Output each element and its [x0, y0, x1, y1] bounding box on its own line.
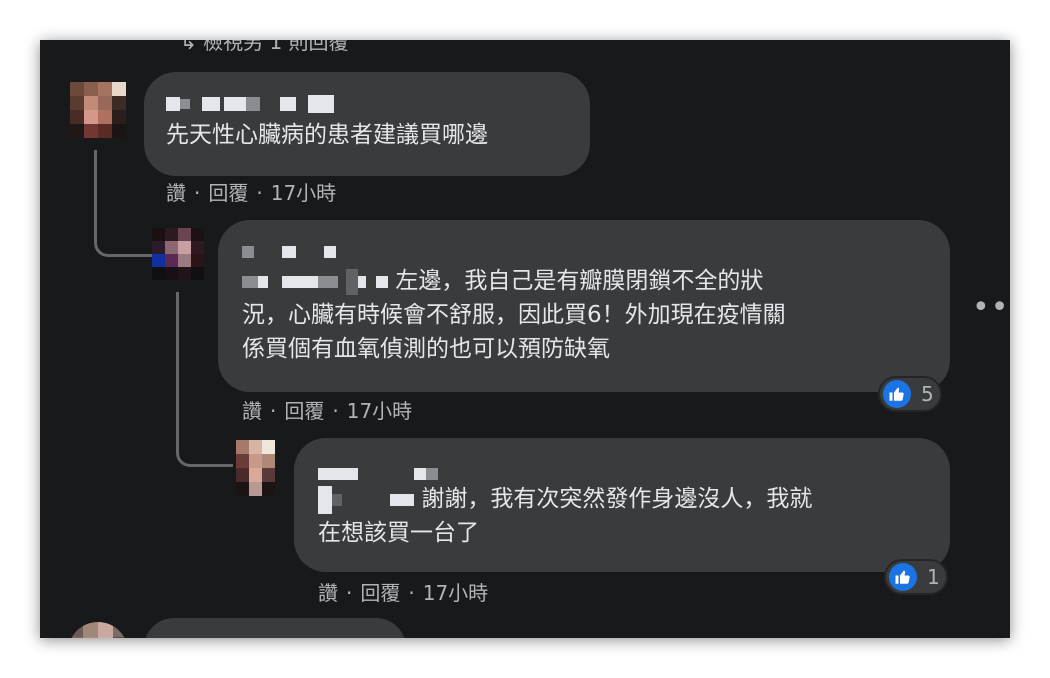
- timestamp[interactable]: 17小時: [271, 181, 336, 205]
- thumbs-up-icon: [883, 380, 911, 408]
- comment-actions: 讚 · 回覆 · 17小時: [318, 581, 489, 605]
- timestamp[interactable]: 17小時: [423, 581, 488, 605]
- comment-text: 左邊，我自己是有瓣膜閉鎖不全的狀 況，心臟有時候會不舒服，因此買6！外加現在疫情…: [242, 268, 786, 362]
- commenter-name[interactable]: [318, 456, 926, 482]
- comment-text: 先天性心臟病的患者建議買哪邊: [166, 122, 488, 148]
- comment-bubble: 左邊，我自己是有瓣膜閉鎖不全的狀 況，心臟有時候會不舒服，因此買6！外加現在疫情…: [218, 220, 950, 392]
- view-more-replies-link[interactable]: ↳ 檢視另 1 則回覆: [180, 40, 349, 55]
- comment-bubble: 謝謝，我有次突然發作身邊沒人，我就 在想該買一台了: [294, 438, 950, 572]
- like-link[interactable]: 讚: [242, 399, 262, 423]
- avatar[interactable]: [152, 228, 204, 280]
- thread-line: [94, 150, 153, 257]
- avatar[interactable]: [68, 622, 128, 638]
- mentioned-user[interactable]: [242, 268, 388, 295]
- commenter-name[interactable]: [166, 86, 568, 118]
- more-options-icon[interactable]: •••: [972, 293, 1010, 323]
- like-link[interactable]: 讚: [318, 581, 338, 605]
- thumbs-up-icon: [889, 563, 917, 591]
- reaction-count: 1: [927, 565, 940, 589]
- reply-link[interactable]: 回覆: [208, 181, 248, 205]
- comment-actions: 讚 · 回覆 · 17小時: [242, 399, 413, 423]
- comment-bubble: [144, 618, 406, 638]
- timestamp[interactable]: 17小時: [347, 399, 412, 423]
- reaction-count-badge[interactable]: 1: [884, 559, 948, 595]
- comment-actions: 讚 · 回覆 · 17小時: [166, 181, 337, 205]
- reply-link[interactable]: 回覆: [360, 581, 400, 605]
- comment-text: 謝謝，我有次突然發作身邊沒人，我就 在想該買一台了: [318, 485, 813, 546]
- commenter-name[interactable]: [242, 234, 926, 264]
- mentioned-user[interactable]: [318, 485, 414, 514]
- avatar[interactable]: [70, 82, 126, 138]
- reply-link[interactable]: 回覆: [284, 399, 324, 423]
- comment-bubble: 先天性心臟病的患者建議買哪邊: [144, 72, 590, 176]
- reaction-count-badge[interactable]: 5: [878, 376, 942, 412]
- reaction-count: 5: [921, 382, 934, 406]
- comment-thread: ↳ 檢視另 1 則回覆 先天性心臟病的患者建議買哪邊 讚 · 回覆 · 17小時 左邊，…: [40, 40, 1010, 638]
- like-link[interactable]: 讚: [166, 181, 186, 205]
- avatar[interactable]: [236, 440, 276, 496]
